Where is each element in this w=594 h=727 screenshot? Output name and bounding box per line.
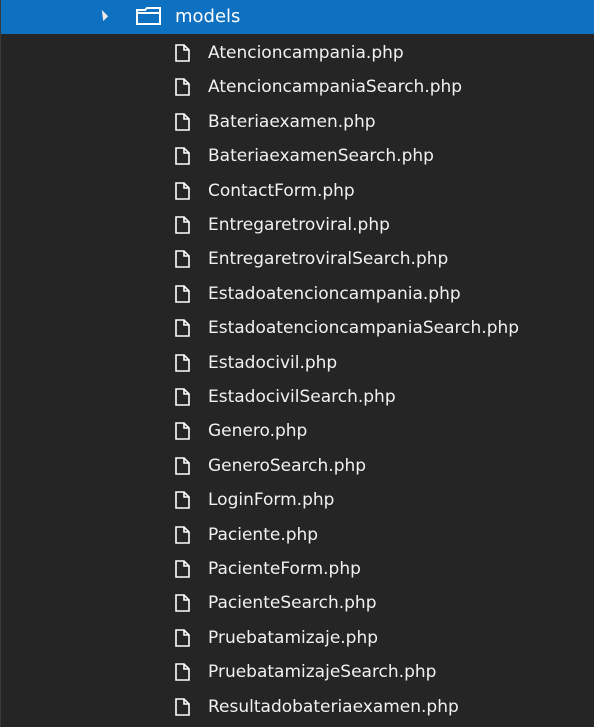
file-icon xyxy=(175,216,190,234)
file-row[interactable]: ContactForm.php xyxy=(1,174,594,208)
file-icon xyxy=(175,250,190,269)
file-icon xyxy=(175,181,190,200)
file-label: ContactForm.php xyxy=(208,180,355,201)
file-icon xyxy=(175,44,190,62)
tree-folder-models[interactable]: models xyxy=(1,0,594,34)
file-icon xyxy=(175,663,190,681)
file-icon xyxy=(175,319,190,337)
file-label: LoginForm.php xyxy=(208,490,335,511)
file-icon xyxy=(175,628,190,647)
file-row[interactable]: PruebatamizajeSearch.php xyxy=(1,655,594,689)
screenshot-frame: models Atencioncampania.php Atencioncampa… xyxy=(0,0,594,727)
file-label: BateriaexamenSearch.php xyxy=(208,146,434,167)
file-row[interactable]: Resultadobateriaexamen.php xyxy=(1,690,594,724)
file-label: Genero.php xyxy=(208,421,308,442)
file-label: PacienteForm.php xyxy=(208,559,361,579)
file-row[interactable]: Bateriaexamen.php xyxy=(1,105,594,139)
file-label: Estadocivil.php xyxy=(208,352,338,373)
file-label: Entregaretroviral.php xyxy=(208,215,390,235)
file-row[interactable]: PacienteForm.php xyxy=(1,552,594,586)
file-label: PruebatamizajeSearch.php xyxy=(208,662,437,683)
file-row[interactable]: AtencioncampaniaSearch.php xyxy=(1,70,594,104)
file-icon xyxy=(175,525,190,544)
file-row[interactable]: PacienteSearch.php xyxy=(1,586,594,620)
file-row[interactable]: EstadocivilSearch.php xyxy=(1,380,594,414)
file-icon xyxy=(175,697,190,716)
file-row[interactable]: Estadocivil.php xyxy=(1,346,594,380)
file-icon xyxy=(175,388,190,406)
file-label: EntregaretroviralSearch.php xyxy=(208,249,449,270)
file-icon xyxy=(175,78,190,97)
file-row[interactable]: Atencioncampania.php xyxy=(1,36,594,70)
file-label: GeneroSearch.php xyxy=(208,455,367,476)
file-label: EstadocivilSearch.php xyxy=(208,387,396,407)
expand-arrow-icon[interactable] xyxy=(96,9,109,22)
file-row[interactable]: GeneroSearch.php xyxy=(1,449,594,483)
file-row[interactable]: Entregaretroviral.php xyxy=(1,208,594,242)
file-icon xyxy=(175,456,190,475)
solution-explorer-panel: models Atencioncampania.php Atencioncampa… xyxy=(0,0,594,727)
file-label: AtencioncampaniaSearch.php xyxy=(208,77,463,98)
file-row[interactable]: Paciente.php xyxy=(1,518,594,552)
folder-label: models xyxy=(175,6,241,27)
file-row[interactable]: Estadoatencioncampania.php xyxy=(1,277,594,311)
file-label: Pruebatamizaje.php xyxy=(208,627,379,648)
file-row[interactable]: EntregaretroviralSearch.php xyxy=(1,242,594,276)
file-icon xyxy=(175,491,190,509)
file-icon xyxy=(175,353,190,372)
file-row[interactable]: Pruebatamizaje.php xyxy=(1,621,594,655)
file-label: Paciente.php xyxy=(208,524,319,545)
file-icon xyxy=(175,284,190,303)
file-label: Atencioncampania.php xyxy=(208,43,404,63)
file-icon xyxy=(175,560,190,578)
file-row[interactable]: EstadoatencioncampaniaSearch.php xyxy=(1,311,594,345)
file-icon xyxy=(175,147,190,165)
file-label: Estadoatencioncampania.php xyxy=(208,283,461,304)
file-icon xyxy=(175,422,190,441)
folder-icon xyxy=(136,7,161,25)
file-label: EstadoatencioncampaniaSearch.php xyxy=(208,318,520,339)
file-icon xyxy=(175,112,190,131)
file-icon xyxy=(175,594,190,613)
file-row[interactable]: Genero.php xyxy=(1,414,594,448)
file-label: PacienteSearch.php xyxy=(208,593,377,614)
file-label: Bateriaexamen.php xyxy=(208,111,376,132)
file-label: Resultadobateriaexamen.php xyxy=(208,696,459,717)
file-row[interactable]: LoginForm.php xyxy=(1,483,594,517)
file-row[interactable]: BateriaexamenSearch.php xyxy=(1,139,594,173)
